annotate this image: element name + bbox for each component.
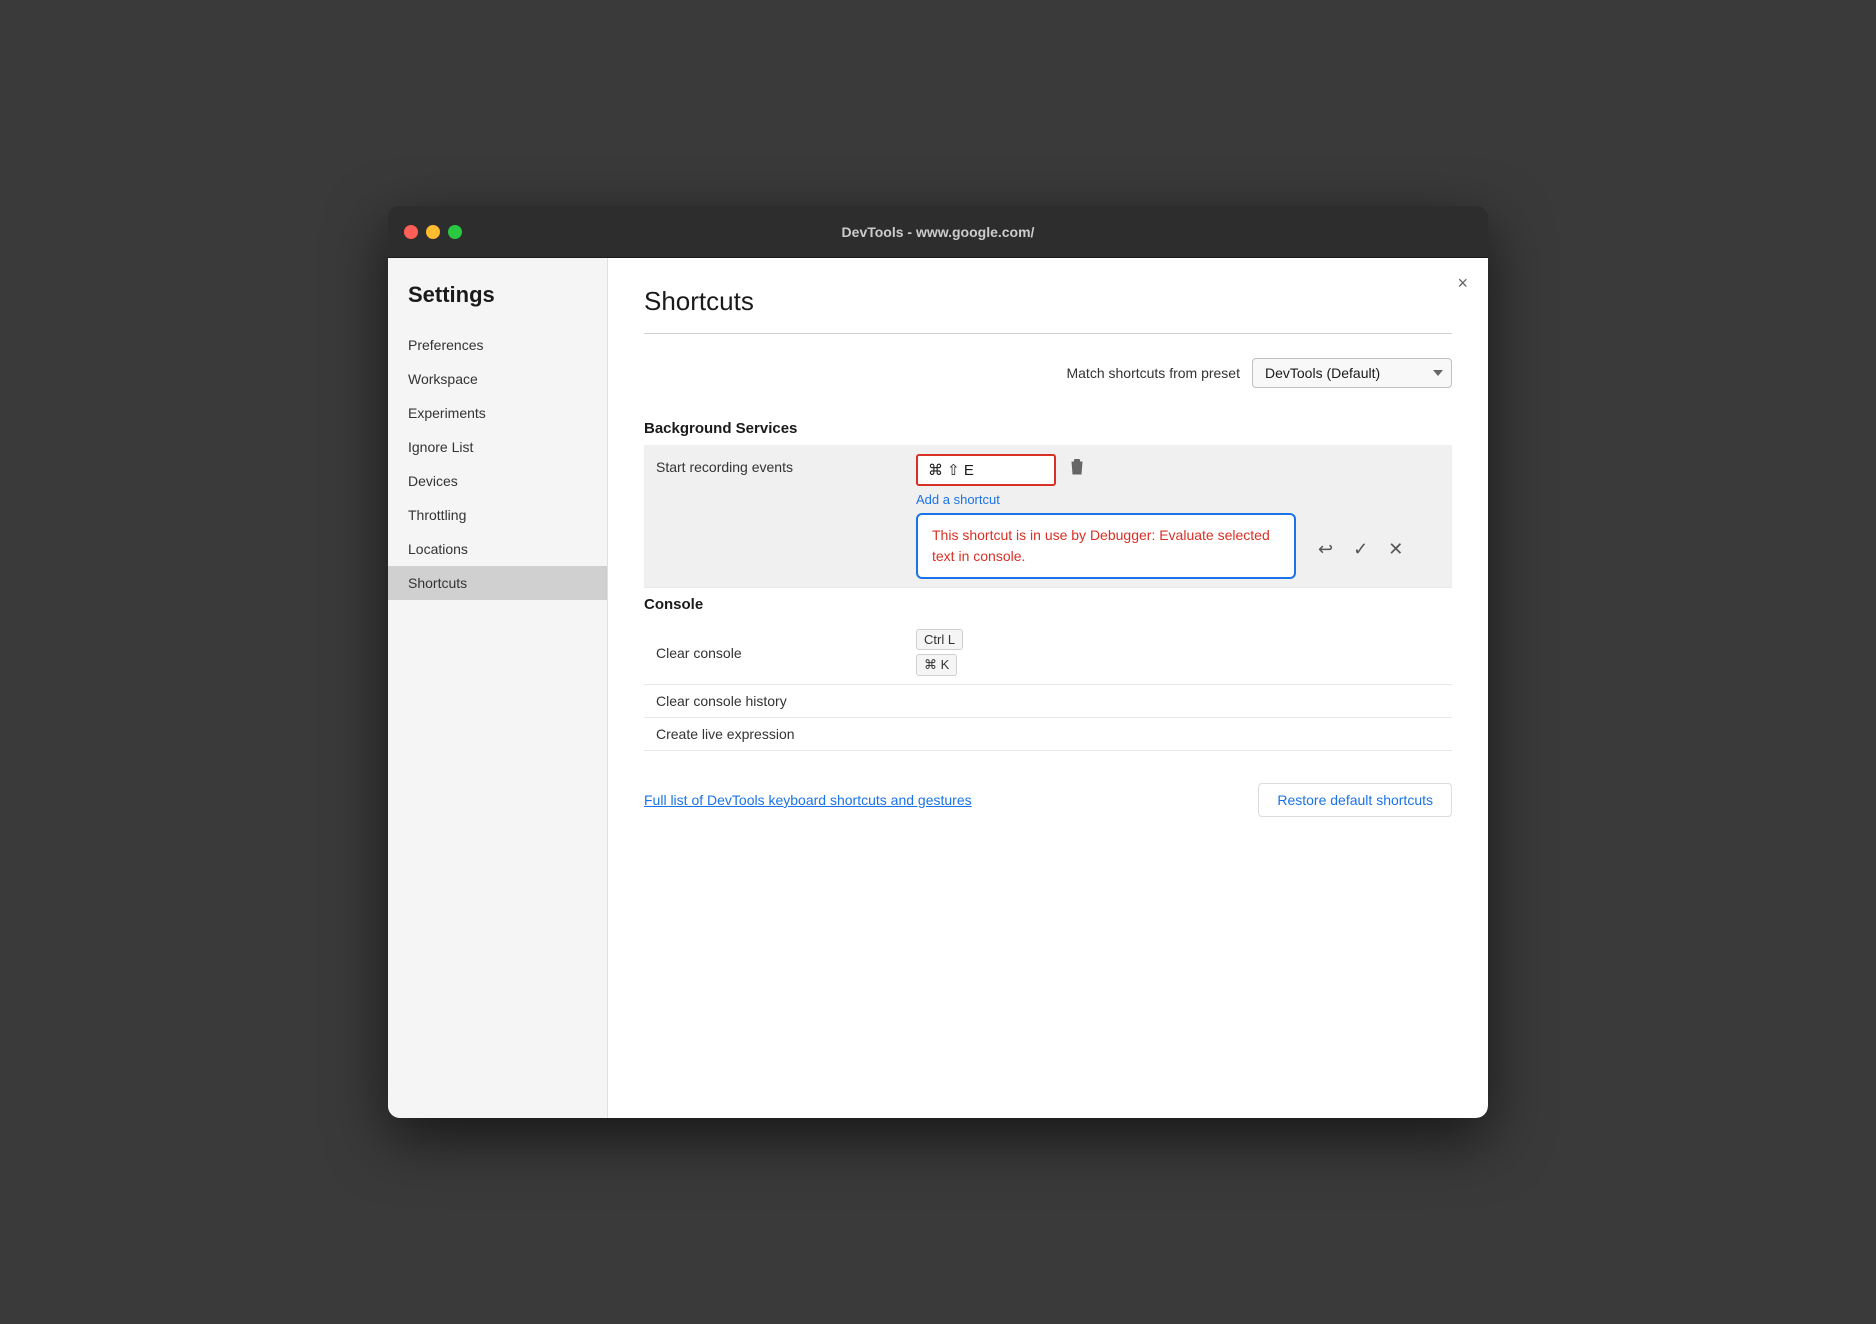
sidebar-item-shortcuts[interactable]: Shortcuts xyxy=(388,566,607,600)
window-title: DevTools - www.google.com/ xyxy=(842,224,1035,240)
shortcut-keys-display: ⌘ ⇧ E xyxy=(928,461,974,479)
shortcut-input-row: ⌘ ⇧ E xyxy=(916,453,1440,486)
sidebar-item-workspace[interactable]: Workspace xyxy=(388,362,607,396)
conflict-message-box: This shortcut is in use by Debugger: Eva… xyxy=(916,513,1296,579)
clear-console-key-1: Ctrl L xyxy=(916,629,963,650)
create-live-expression-label: Create live expression xyxy=(656,726,916,742)
window-controls xyxy=(404,225,462,239)
page-title: Shortcuts xyxy=(644,286,1452,317)
maximize-window-button[interactable] xyxy=(448,225,462,239)
clear-console-key-2: ⌘ K xyxy=(916,654,963,676)
title-divider xyxy=(644,333,1452,334)
window-body: Settings Preferences Workspace Experimen… xyxy=(388,258,1488,1118)
confirm-shortcut-button[interactable]: ✓ xyxy=(1347,535,1374,564)
settings-close-button[interactable]: × xyxy=(1457,274,1468,292)
shortcut-keys-area: ⌘ ⇧ E Add a shortcut This shortcu xyxy=(916,453,1440,579)
shortcut-action-buttons: ↩ ✓ ✕ xyxy=(1312,529,1409,564)
preset-select[interactable]: DevTools (Default) Visual Studio Code xyxy=(1252,358,1452,388)
sidebar-item-locations[interactable]: Locations xyxy=(388,532,607,566)
titlebar: DevTools - www.google.com/ xyxy=(388,206,1488,258)
background-services-title: Background Services xyxy=(644,420,1452,437)
console-section-title: Console xyxy=(644,596,1452,613)
minimize-window-button[interactable] xyxy=(426,225,440,239)
key-badge-cmd-k: ⌘ K xyxy=(916,654,957,676)
clear-console-keys: Ctrl L ⌘ K xyxy=(916,629,963,676)
preset-row: Match shortcuts from preset DevTools (De… xyxy=(644,358,1452,388)
clear-console-label: Clear console xyxy=(656,645,916,661)
add-shortcut-link[interactable]: Add a shortcut xyxy=(916,492,1440,507)
footer-row: Full list of DevTools keyboard shortcuts… xyxy=(644,783,1452,817)
sidebar-item-preferences[interactable]: Preferences xyxy=(388,328,607,362)
close-window-button[interactable] xyxy=(404,225,418,239)
clear-console-history-label: Clear console history xyxy=(656,693,916,709)
sidebar-item-throttling[interactable]: Throttling xyxy=(388,498,607,532)
create-live-expression-row: Create live expression xyxy=(644,718,1452,751)
cancel-shortcut-button[interactable]: ✕ xyxy=(1382,535,1409,564)
sidebar-heading: Settings xyxy=(388,282,607,328)
devtools-window: DevTools - www.google.com/ Settings Pref… xyxy=(388,206,1488,1118)
restore-defaults-button[interactable]: Restore default shortcuts xyxy=(1258,783,1452,817)
settings-sidebar: Settings Preferences Workspace Experimen… xyxy=(388,258,608,1118)
conflict-message-text: This shortcut is in use by Debugger: Eva… xyxy=(932,527,1270,564)
clear-console-history-row: Clear console history xyxy=(644,685,1452,718)
shortcut-input-field[interactable]: ⌘ ⇧ E xyxy=(916,454,1056,486)
start-recording-row: Start recording events ⌘ ⇧ E xyxy=(644,445,1452,588)
preset-label: Match shortcuts from preset xyxy=(1066,365,1240,381)
sidebar-item-experiments[interactable]: Experiments xyxy=(388,396,607,430)
background-services-section: Background Services Start recording even… xyxy=(644,420,1452,588)
start-recording-label: Start recording events xyxy=(656,453,916,475)
delete-shortcut-button[interactable] xyxy=(1064,453,1090,486)
console-section: Console Clear console Ctrl L ⌘ K xyxy=(644,596,1452,751)
clear-console-row: Clear console Ctrl L ⌘ K xyxy=(644,621,1452,685)
sidebar-item-devices[interactable]: Devices xyxy=(388,464,607,498)
key-badge-ctrl-l: Ctrl L xyxy=(916,629,963,650)
main-content: × Shortcuts Match shortcuts from preset … xyxy=(608,258,1488,1118)
sidebar-item-ignore-list[interactable]: Ignore List xyxy=(388,430,607,464)
undo-shortcut-button[interactable]: ↩ xyxy=(1312,535,1339,564)
full-list-link[interactable]: Full list of DevTools keyboard shortcuts… xyxy=(644,792,972,808)
conflict-row: This shortcut is in use by Debugger: Eva… xyxy=(916,513,1440,579)
